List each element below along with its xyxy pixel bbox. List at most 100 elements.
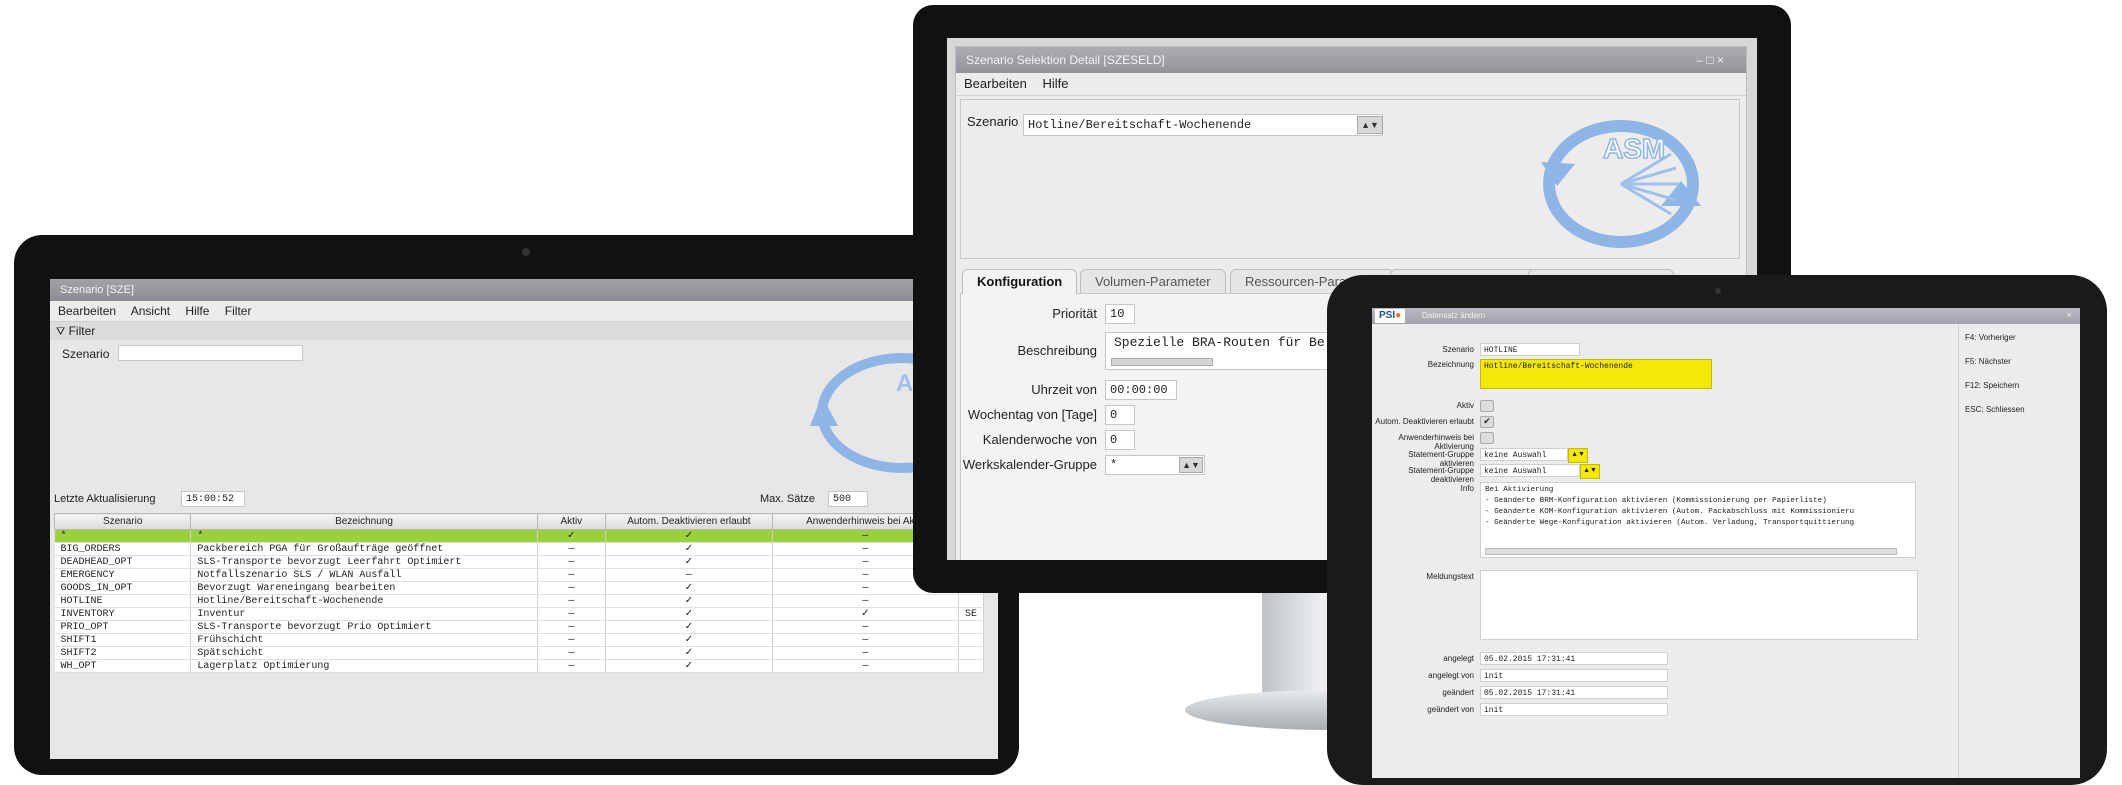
- scenario-input[interactable]: [118, 345, 303, 361]
- detail-menu-bar: Bearbeiten Hilfe: [956, 73, 1746, 96]
- cell-szenario: SHIFT2: [54, 646, 192, 660]
- shortcut-save[interactable]: F12: Speichern: [1965, 380, 2019, 392]
- time-input[interactable]: 00:00:00: [1105, 380, 1177, 400]
- cell-szenario: *: [54, 529, 192, 543]
- laptop-screen: Szenario [SZE] Bearbeiten Ansicht Hilfe …: [50, 279, 998, 759]
- stmt-deact-label: Statement-Gruppe deaktivieren: [1408, 466, 1474, 484]
- close-icon[interactable]: ×: [2066, 308, 2072, 324]
- cell-szenario: INVENTORY: [54, 607, 192, 621]
- shortcut-previous[interactable]: F4: Vorheriger: [1965, 332, 2016, 344]
- changed-label: geändert: [1442, 688, 1474, 697]
- col-autodeact[interactable]: Autom. Deaktivieren erlaubt: [605, 513, 773, 530]
- psi-logo-icon: ●: [1395, 310, 1402, 321]
- cell-bezeichnung: Hotline/Bereitschaft-Wochenende: [190, 594, 538, 608]
- info-line: - Geänderte Wege-Konfiguration aktiviere…: [1485, 519, 1855, 527]
- cell-bezeichnung: Spätschicht: [190, 646, 538, 660]
- menu-bearbeiten[interactable]: Bearbeiten: [58, 304, 116, 318]
- cell-autodeact: ✓: [605, 594, 773, 608]
- col-aktiv[interactable]: Aktiv: [536, 513, 607, 530]
- autodeact-checkbox[interactable]: ✔: [1480, 416, 1494, 428]
- table-row[interactable]: * * ✓ ✓ —: [54, 529, 985, 543]
- menu-hilfe[interactable]: Hilfe: [1043, 76, 1069, 91]
- detail-title: Szenario Selektion Detail [SZESELD]: [966, 53, 1165, 67]
- desc-scrollbar[interactable]: [1111, 358, 1213, 366]
- cell-aktiv: —: [537, 659, 607, 673]
- created-by-field: init: [1480, 669, 1668, 682]
- tab-volumen-parameter[interactable]: Volumen-Parameter: [1080, 269, 1226, 294]
- cell-extra: SE: [958, 607, 985, 621]
- menu-ansicht[interactable]: Ansicht: [131, 304, 170, 318]
- menu-bearbeiten[interactable]: Bearbeiten: [964, 76, 1027, 91]
- scenario-field: HOTLINE: [1480, 343, 1580, 356]
- cell-bezeichnung: *: [190, 529, 538, 543]
- changed-field: 05.02.2015 17:31:41: [1480, 686, 1668, 699]
- cell-bezeichnung: Packbereich PGA für Großaufträge geöffne…: [190, 542, 538, 556]
- menu-filter[interactable]: Filter: [225, 304, 252, 318]
- active-checkbox[interactable]: [1480, 400, 1494, 412]
- table-row[interactable]: WH_OPT Lagerplatz Optimierung — ✓ —: [54, 659, 985, 673]
- info-line: Bei Aktivierung: [1485, 486, 1554, 494]
- stmt-deact-select[interactable]: keine Auswahl: [1480, 464, 1580, 477]
- cell-hint: —: [772, 646, 959, 660]
- scenario-dropdown-icon[interactable]: ▲▼: [1357, 116, 1383, 134]
- filter-label: Filter: [68, 324, 96, 338]
- cell-aktiv: —: [537, 555, 607, 569]
- table-row[interactable]: INVENTORY Inventur — ✓ ✓ SE: [54, 607, 985, 621]
- msg-textarea[interactable]: [1480, 570, 1918, 640]
- week-label: Kalenderwoche von: [982, 432, 1097, 447]
- cell-szenario: BIG_ORDERS: [54, 542, 192, 556]
- table-row[interactable]: HOTLINE Hotline/Bereitschaft-Wochenende — ✓…: [54, 594, 985, 608]
- table-row[interactable]: DEADHEAD_OPT SLS-Transporte bevorzugt Lee…: [54, 555, 985, 569]
- msg-label: Meldungstext: [1426, 572, 1474, 581]
- cell-aktiv: —: [537, 581, 607, 595]
- cell-hint: —: [772, 620, 959, 634]
- info-scrollbar[interactable]: [1485, 548, 1897, 555]
- cell-bezeichnung: Frühschicht: [190, 633, 538, 647]
- table-row[interactable]: SHIFT1 Frühschicht — ✓ —: [54, 633, 985, 647]
- prio-input[interactable]: 10: [1105, 304, 1135, 324]
- scenario-select[interactable]: Hotline/Bereitschaft-Wochenende: [1023, 114, 1383, 136]
- desc-label: Beschreibung: [1017, 343, 1098, 358]
- cell-bezeichnung: Lagerplatz Optimierung: [190, 659, 538, 673]
- cell-aktiv: —: [537, 607, 607, 621]
- max-rows-input[interactable]: 500: [828, 491, 868, 507]
- cell-szenario: GOODS_IN_OPT: [54, 581, 192, 595]
- name-input[interactable]: Hotline/Bereitschaft-Wochenende: [1480, 359, 1712, 389]
- week-input[interactable]: 0: [1105, 430, 1135, 450]
- cell-autodeact: ✓: [605, 581, 773, 595]
- table-row[interactable]: EMERGENCY Notfallszenario SLS / WLAN Ausf…: [54, 568, 985, 582]
- changed-by-label: geändert von: [1427, 705, 1474, 714]
- weekday-input[interactable]: 0: [1105, 405, 1135, 425]
- record-form: Szenario HOTLINE Bezeichnung Hotline/Ber…: [1372, 324, 1958, 778]
- cell-autodeact: ✓: [605, 529, 773, 543]
- max-rows-label: Max. Sätze: [760, 493, 816, 505]
- stmt-deact-dropdown-icon[interactable]: ▲▼: [1580, 464, 1600, 479]
- tablet-screen: PSI● Datensatz ändern × Szenario HOTLINE…: [1372, 308, 2080, 778]
- shortcut-next[interactable]: F5: Nächster: [1965, 356, 2011, 368]
- menu-bar: Bearbeiten Ansicht Hilfe Filter: [50, 301, 998, 322]
- cell-aktiv: —: [537, 620, 607, 634]
- cell-szenario: PRIO_OPT: [54, 620, 192, 634]
- hint-label: Anwenderhinweis bei Aktivierung: [1398, 433, 1474, 451]
- table-row[interactable]: PRIO_OPT SLS-Transporte bevorzugt Prio Op…: [54, 620, 985, 634]
- stmt-act-dropdown-icon[interactable]: ▲▼: [1568, 448, 1588, 463]
- calendar-dropdown-icon[interactable]: ▲▼: [1179, 457, 1203, 473]
- cell-bezeichnung: Bevorzugt Wareneingang bearbeiten: [190, 581, 538, 595]
- hint-checkbox[interactable]: [1480, 432, 1494, 444]
- cell-aktiv: —: [537, 594, 607, 608]
- tab-konfiguration[interactable]: Konfiguration: [962, 269, 1078, 294]
- table-row[interactable]: GOODS_IN_OPT Bevorzugt Wareneingang bearb…: [54, 581, 985, 595]
- shortcut-close[interactable]: ESC: Schliessen: [1965, 404, 2025, 416]
- cell-bezeichnung: Inventur: [190, 607, 538, 621]
- menu-hilfe[interactable]: Hilfe: [185, 304, 209, 318]
- window-controls[interactable]: – □ ×: [1696, 47, 1724, 73]
- info-textarea[interactable]: Bei Aktivierung - Geänderte BRM-Konfigur…: [1480, 482, 1916, 558]
- table-row[interactable]: SHIFT2 Spätschicht — ✓ —: [54, 646, 985, 660]
- col-bezeichnung[interactable]: Bezeichnung: [190, 513, 538, 530]
- col-szenario[interactable]: Szenario: [53, 513, 192, 530]
- cell-bezeichnung: SLS-Transporte bevorzugt Prio Optimiert: [190, 620, 538, 634]
- table-row[interactable]: BIG_ORDERS Packbereich PGA für Großaufträ…: [54, 542, 985, 556]
- stmt-act-select[interactable]: keine Auswahl: [1480, 448, 1568, 461]
- cell-autodeact: ✓: [605, 542, 773, 556]
- filter-header[interactable]: ⛛ Filter: [50, 322, 998, 340]
